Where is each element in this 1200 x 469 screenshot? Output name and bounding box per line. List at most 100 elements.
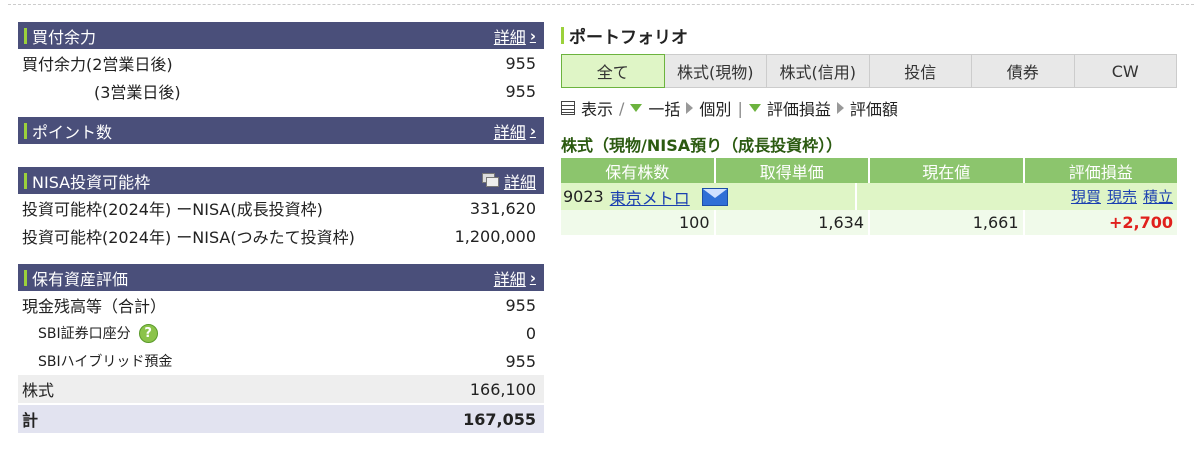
stock-row: 株式 166,100 xyxy=(18,375,544,403)
stock-code: 9023 xyxy=(563,187,604,206)
display-controls: 表示 / 一括 個別 | 評価損益 評価額 xyxy=(561,96,1177,120)
portfolio-title: ポートフォリオ xyxy=(569,27,688,48)
stock-name-cell: 9023 東京メトロ xyxy=(561,183,857,210)
valuation-toggle[interactable]: 評価額 xyxy=(836,96,898,120)
row-label: SBI証券口座分 xyxy=(38,326,131,342)
nisa-title: NISA投資可能枠 xyxy=(32,172,151,192)
shares-cell: 100 xyxy=(561,210,716,235)
nisa-detail-link[interactable]: 詳細 xyxy=(481,169,536,193)
accent-bar xyxy=(24,269,27,286)
table-row: 9023 東京メトロ 現買 現売 積立 xyxy=(561,183,1177,210)
triangle-down-icon xyxy=(748,104,761,112)
portfolio-panel: ポートフォリオ 全て 株式(現物) 株式(信用) 投信 債券 CW 表示 / 一… xyxy=(561,22,1177,235)
top-divider xyxy=(8,4,1194,5)
pl-toggle[interactable]: 評価損益 xyxy=(748,96,831,120)
header-cost: 取得単価 xyxy=(715,158,870,183)
detail-link-label[interactable]: 詳細 xyxy=(494,119,526,143)
cost-cell: 1,634 xyxy=(715,210,870,235)
account-summary-panel: 買付余力 詳細 › 買付余力(2営業日後) 955 (3営業日後) 955 ポイン… xyxy=(18,22,544,433)
sell-cash-link[interactable]: 現売 xyxy=(1107,186,1137,207)
nisa-header: NISA投資可能枠 詳細 xyxy=(18,167,544,194)
triangle-down-icon xyxy=(630,104,643,112)
header-price: 現在値 xyxy=(870,158,1025,183)
detail-link-label[interactable]: 詳細 xyxy=(494,24,526,48)
individual-toggle[interactable]: 個別 xyxy=(686,96,731,120)
detail-link-label[interactable]: 詳細 xyxy=(504,169,536,193)
window-icon xyxy=(481,173,500,188)
holdings-table: 保有株数 取得単価 現在値 評価損益 9023 東京メトロ 現買 現売 積立 1… xyxy=(561,158,1177,235)
tab-bonds[interactable]: 債券 xyxy=(972,54,1075,88)
points-detail-link[interactable]: 詳細 › xyxy=(494,119,536,143)
accumulate-link[interactable]: 積立 xyxy=(1143,186,1173,207)
tab-stock-cash[interactable]: 株式(現物) xyxy=(664,54,767,88)
display-text: 表示 xyxy=(581,100,614,119)
row-label: 投資可能枠(2024年) ーNISA(つみたて投資枠) xyxy=(22,228,355,247)
assets-title: 保有資産評価 xyxy=(32,269,129,289)
tab-cw[interactable]: CW xyxy=(1074,54,1177,88)
tab-stock-margin[interactable]: 株式(信用) xyxy=(767,54,870,88)
total-row: 計 167,055 xyxy=(18,405,544,433)
row-value: 331,620 xyxy=(469,198,536,218)
chevron-right-icon: › xyxy=(529,26,536,45)
buying-power-title: 買付余力 xyxy=(32,27,97,47)
mail-icon[interactable] xyxy=(701,187,728,206)
accent-bar xyxy=(24,27,27,44)
buying-power-row-2days: 買付余力(2営業日後) 955 xyxy=(18,49,544,77)
bar-separator: | xyxy=(737,98,743,118)
assets-header: 保有資産評価 詳細 › xyxy=(18,264,544,291)
triangle-right-icon xyxy=(686,102,694,114)
price-cell: 1,661 xyxy=(870,210,1025,235)
pl-cell: +2,700 xyxy=(1024,210,1177,235)
tab-mutual-funds[interactable]: 投信 xyxy=(869,54,972,88)
table-row: 100 1,634 1,661 +2,700 xyxy=(561,210,1177,235)
row-value: 955 xyxy=(505,53,536,73)
hybrid-deposit-row: SBIハイブリッド預金 955 xyxy=(18,347,544,375)
header-pl: 評価損益 xyxy=(1024,158,1177,183)
row-label: 現金残高等（合計） xyxy=(22,297,167,316)
detail-link-label[interactable]: 詳細 xyxy=(494,266,526,290)
row-value: 0 xyxy=(525,323,536,343)
pl-label[interactable]: 評価損益 xyxy=(767,96,831,120)
help-question-icon[interactable]: ? xyxy=(138,323,158,343)
accent-bar xyxy=(24,172,27,189)
individual-label[interactable]: 個別 xyxy=(699,96,731,120)
holdings-section-title: 株式（現物/NISA預り（成長投資枠）） xyxy=(561,136,843,155)
row-value: 1,200,000 xyxy=(454,226,536,246)
header-shares: 保有株数 xyxy=(561,158,716,183)
chevron-right-icon: › xyxy=(529,121,536,140)
row-label: 買付余力(2営業日後) xyxy=(22,55,173,74)
row-label: 株式 xyxy=(22,381,55,400)
table-header-row: 保有株数 取得単価 現在値 評価損益 xyxy=(561,158,1177,183)
chevron-right-icon: › xyxy=(529,268,536,287)
stock-actions-cell: 現買 現売 積立 xyxy=(857,183,1177,210)
assets-detail-link[interactable]: 詳細 › xyxy=(494,266,536,290)
buying-power-detail-link[interactable]: 詳細 › xyxy=(494,24,536,48)
row-value: 955 xyxy=(505,81,536,101)
display-label: 表示 xyxy=(561,96,613,120)
points-header: ポイント数 詳細 › xyxy=(18,117,544,144)
accent-bar xyxy=(561,26,564,44)
valuation-label[interactable]: 評価額 xyxy=(850,96,898,120)
portfolio-header: ポートフォリオ xyxy=(561,22,1177,48)
sbi-account-row: SBI証券口座分? 0 xyxy=(18,319,544,347)
triangle-right-icon xyxy=(836,102,844,114)
portfolio-tabs: 全て 株式(現物) 株式(信用) 投信 債券 CW xyxy=(561,54,1177,88)
cash-row: 現金残高等（合計） 955 xyxy=(18,291,544,319)
row-value: 955 xyxy=(505,295,536,315)
buying-power-header: 買付余力 詳細 › xyxy=(18,22,544,49)
row-label: SBIハイブリッド預金 xyxy=(38,354,173,370)
row-value: 166,100 xyxy=(469,379,536,399)
nisa-growth-row: 投資可能枠(2024年) ーNISA(成長投資枠) 331,620 xyxy=(18,194,544,222)
row-value: 955 xyxy=(505,351,536,371)
buy-cash-link[interactable]: 現買 xyxy=(1071,186,1101,207)
accent-bar xyxy=(24,122,27,139)
stock-name-link[interactable]: 東京メトロ xyxy=(610,185,690,209)
tab-all[interactable]: 全て xyxy=(561,54,665,88)
slash-separator: / xyxy=(619,98,625,118)
bulk-toggle[interactable]: 一括 xyxy=(630,96,680,120)
row-value: 167,055 xyxy=(463,409,536,429)
row-label: (3営業日後) xyxy=(94,83,181,102)
row-label: 投資可能枠(2024年) ーNISA(成長投資枠) xyxy=(22,200,323,219)
points-title: ポイント数 xyxy=(32,122,113,142)
bulk-label[interactable]: 一括 xyxy=(648,96,680,120)
